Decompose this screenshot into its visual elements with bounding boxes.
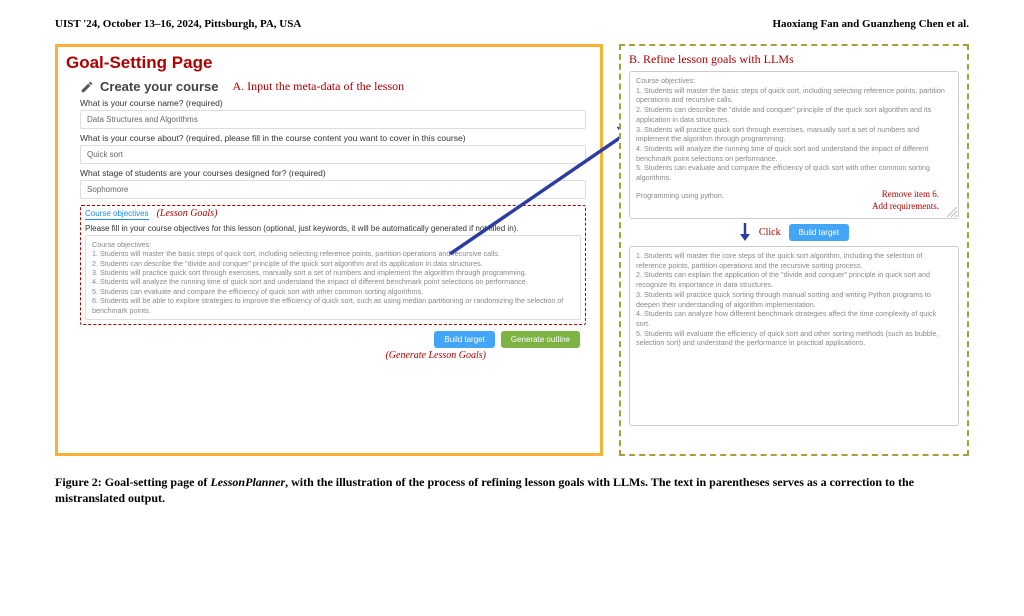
pencil-icon [80, 80, 94, 94]
objective-line: 3. Students will practice quick sort thr… [636, 125, 952, 144]
caption-prefix: Figure 2: Goal-setting page of [55, 475, 210, 489]
course-name-label: What is your course name? (required) [80, 98, 586, 108]
objective-line: 4. Students can analyze how different be… [636, 309, 952, 328]
course-about-label: What is your course about? (required, pl… [80, 133, 586, 143]
build-target-button[interactable]: Build target [434, 331, 494, 348]
student-stage-input[interactable] [80, 180, 586, 199]
page-title: Goal-Setting Page [66, 53, 592, 73]
objective-line: 3. Students will practice quick sorting … [636, 290, 952, 309]
objective-line: 6. Students will be able to explore stra… [92, 296, 574, 315]
refined-objectives-box-2[interactable]: 1. Students will master the core steps o… [629, 246, 959, 426]
objectives-header: Course objectives: [92, 240, 574, 249]
objectives-header-b: Course objectives: [636, 76, 952, 86]
panel-a-goal-setting: Goal-Setting Page Create your course A. … [55, 44, 603, 456]
section-b-title: B. Refine lesson goals with LLMs [629, 52, 959, 67]
add-requirements-annotation: Add requirements. [872, 201, 939, 211]
objective-line: 4. Students will analyze the running tim… [636, 144, 952, 163]
objective-line: 1. Students will master the basic steps … [636, 86, 952, 105]
course-objectives-tab[interactable]: Course objectives [85, 209, 149, 220]
venue-text: UIST '24, October 13–16, 2024, Pittsburg… [55, 18, 301, 30]
lesson-goals-annotation: (Lesson Goals) [157, 208, 218, 219]
lesson-goals-box: Course objectives (Lesson Goals) Please … [80, 205, 586, 325]
create-course-label: Create your course [100, 79, 219, 94]
objective-line: 4. Students will analyze the running tim… [92, 277, 574, 286]
objective-line: 5. Students can evaluate and compare the… [92, 287, 574, 296]
panel-b-refine: B. Refine lesson goals with LLMs Course … [619, 44, 969, 456]
down-arrow-icon [739, 222, 751, 242]
objective-line: 5. Students will evaluate the efficiency… [636, 329, 952, 348]
build-target-button-2[interactable]: Build target [789, 224, 849, 241]
generate-goals-annotation: (Generate Lesson Goals) [80, 350, 486, 361]
objective-line: 2. Students can describe the "divide and… [636, 105, 952, 124]
course-about-input[interactable] [80, 145, 586, 164]
objectives-textarea[interactable]: Course objectives: 1. Students will mast… [85, 235, 581, 320]
course-name-input[interactable] [80, 110, 586, 129]
objective-line: 1. Students will master the core steps o… [636, 251, 952, 270]
objective-line: 5. Students can evaluate and compare the… [636, 163, 952, 182]
course-form: What is your course name? (required) Wha… [80, 98, 586, 361]
objectives-prompt: Please fill in your course objectives fo… [85, 224, 581, 233]
remove-item-annotation: Remove item 6. [882, 189, 939, 199]
objective-line: 2. Students can describe the "divide and… [92, 259, 574, 268]
app-name: LessonPlanner [210, 475, 285, 489]
figure-caption: Figure 2: Goal-setting page of LessonPla… [55, 474, 969, 506]
paper-header: UIST '24, October 13–16, 2024, Pittsburg… [0, 0, 1024, 30]
click-annotation: Click [759, 227, 781, 238]
student-stage-label: What stage of students are your courses … [80, 168, 586, 178]
figure-2: Goal-Setting Page Create your course A. … [55, 44, 969, 464]
resize-handle-icon[interactable] [947, 207, 957, 217]
section-a-annotation: A. Input the meta-data of the lesson [233, 79, 405, 94]
generate-outline-button[interactable]: Generate outline [501, 331, 580, 348]
authors-text: Haoxiang Fan and Guanzheng Chen et al. [772, 18, 969, 30]
objective-line: 1. Students will master the basic steps … [92, 249, 574, 258]
objective-line: 2. Students can explain the application … [636, 270, 952, 289]
objective-line: 3. Students will practice quick sort thr… [92, 268, 574, 277]
